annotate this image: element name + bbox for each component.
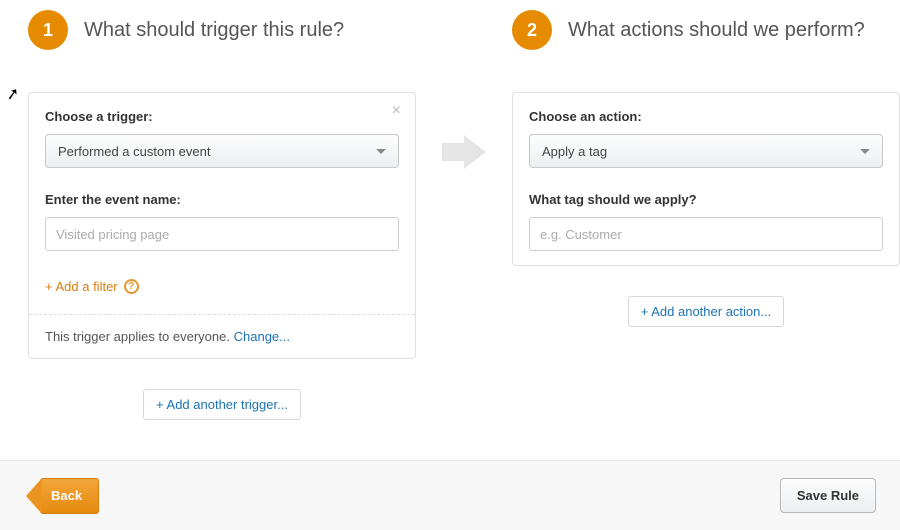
trigger-label: Choose a trigger: bbox=[45, 109, 399, 124]
event-name-label: Enter the event name: bbox=[45, 192, 399, 207]
add-filter-link[interactable]: + Add a filter bbox=[45, 279, 118, 294]
add-another-action-button[interactable]: + Add another action... bbox=[628, 296, 784, 327]
back-button-label: Back bbox=[51, 488, 82, 503]
close-icon[interactable]: × bbox=[392, 103, 401, 119]
step2-column: 2 What actions should we perform? Choose… bbox=[512, 0, 900, 327]
step1-title: What should trigger this rule? bbox=[84, 19, 344, 42]
trigger-select-value: Performed a custom event bbox=[58, 144, 210, 159]
tag-input[interactable] bbox=[529, 217, 883, 251]
footer-bar: Back Save Rule bbox=[0, 460, 900, 530]
chevron-down-icon bbox=[860, 149, 870, 154]
action-select-value: Apply a tag bbox=[542, 144, 607, 159]
change-audience-link[interactable]: Change... bbox=[234, 329, 290, 344]
action-label: Choose an action: bbox=[529, 109, 883, 124]
action-select[interactable]: Apply a tag bbox=[529, 134, 883, 168]
step1-header: 1 What should trigger this rule? bbox=[28, 0, 416, 60]
step2-badge: 2 bbox=[512, 10, 552, 50]
chevron-down-icon bbox=[376, 149, 386, 154]
save-rule-button[interactable]: Save Rule bbox=[780, 478, 876, 513]
back-button[interactable]: Back bbox=[40, 478, 99, 514]
arrow-right-icon bbox=[442, 135, 486, 169]
trigger-select[interactable]: Performed a custom event bbox=[45, 134, 399, 168]
step-arrow-container bbox=[416, 0, 512, 169]
applies-row: This trigger applies to everyone. Change… bbox=[45, 329, 399, 344]
step1-column: 1 What should trigger this rule? × Choos… bbox=[28, 0, 416, 420]
applies-text: This trigger applies to everyone. bbox=[45, 329, 234, 344]
step2-title: What actions should we perform? bbox=[568, 19, 865, 42]
trigger-card: × Choose a trigger: Performed a custom e… bbox=[28, 92, 416, 359]
add-another-trigger-button[interactable]: + Add another trigger... bbox=[143, 389, 301, 420]
action-card: Choose an action: Apply a tag What tag s… bbox=[512, 92, 900, 266]
step1-badge: 1 bbox=[28, 10, 68, 50]
page-root: ➚ 1 What should trigger this rule? × Cho… bbox=[0, 0, 900, 530]
tag-label: What tag should we apply? bbox=[529, 192, 883, 207]
help-icon[interactable]: ? bbox=[124, 279, 139, 294]
step2-header: 2 What actions should we perform? bbox=[512, 0, 900, 60]
add-filter-row: + Add a filter ? bbox=[45, 279, 399, 294]
event-name-input[interactable] bbox=[45, 217, 399, 251]
columns: 1 What should trigger this rule? × Choos… bbox=[0, 0, 900, 420]
trigger-separator bbox=[29, 314, 415, 315]
